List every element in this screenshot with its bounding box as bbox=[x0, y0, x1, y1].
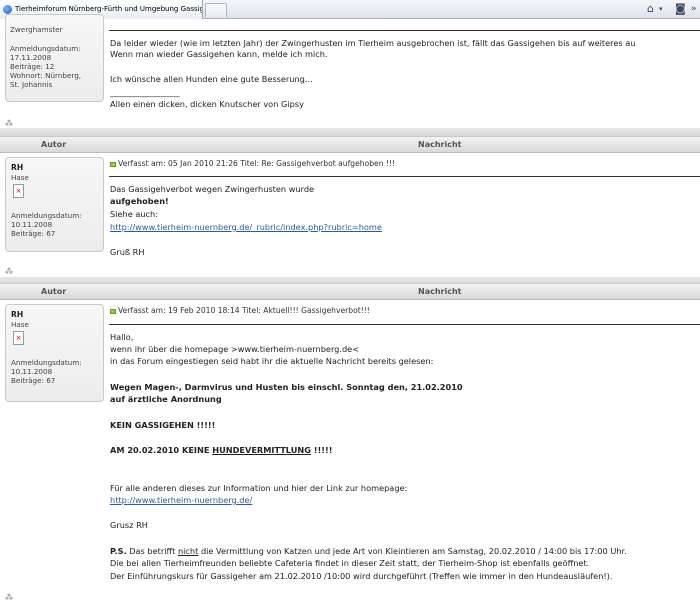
post-text-line: Wenn man wieder Gassigehen kann, melde i… bbox=[110, 49, 328, 59]
resize-grip-icon: ⁂ bbox=[5, 119, 13, 128]
post-text-line: Ich wünsche allen Hunden eine gute Besse… bbox=[110, 74, 313, 84]
text-run: AM 20.02.2010 KEINE bbox=[110, 445, 213, 455]
post-meta-text: Verfasst am: 19 Feb 2010 18:14 Titel: Ak… bbox=[118, 306, 370, 315]
post-divider bbox=[109, 176, 700, 177]
table-header: Autor Nachricht bbox=[0, 136, 700, 153]
join-date-label: Anmeldungsdatum: bbox=[11, 358, 82, 367]
author-rank: Hase bbox=[11, 173, 29, 182]
post-count: Beiträge: 67 bbox=[11, 229, 56, 238]
post-text-line: Siehe auch: bbox=[110, 209, 158, 219]
globe-icon bbox=[3, 5, 12, 14]
author-rank: Zwerghamster bbox=[10, 25, 63, 34]
post-icon[interactable] bbox=[110, 161, 116, 167]
post-meta: Verfasst am: 19 Feb 2010 18:14 Titel: Ak… bbox=[110, 306, 370, 315]
post-text-bold: AM 20.02.2010 KEINE HUNDEVERMITTLUNG !!!… bbox=[110, 444, 332, 456]
post-meta: Verfasst am: 05 Jan 2010 21:26 Titel: Re… bbox=[110, 159, 395, 168]
author-rank: Hase bbox=[11, 320, 29, 329]
location: Wohnort: Nürnberg, bbox=[10, 71, 82, 80]
join-date-label: Anmeldungsdatum: bbox=[10, 44, 81, 53]
location-cont: St. Johannis bbox=[10, 80, 53, 89]
ps-line: Der Einführungskurs für Gassigeher am 21… bbox=[110, 571, 613, 581]
post-greeting: Gruß RH bbox=[110, 247, 145, 257]
post-divider bbox=[109, 324, 700, 325]
post-count: Beiträge: 67 bbox=[11, 376, 56, 385]
post-text-line: Für alle anderen dieses zur Information … bbox=[110, 483, 408, 493]
text-run: Das betrifft bbox=[126, 546, 178, 556]
column-author: Autor bbox=[41, 287, 67, 296]
post-text-bold: Wegen Magen-, Darmvirus und Husten bis e… bbox=[110, 382, 463, 392]
table-header: Autor Nachricht bbox=[0, 283, 700, 300]
text-run: !!!!! bbox=[310, 445, 333, 455]
post-meta-text: Verfasst am: 05 Jan 2010 21:26 Titel: Re… bbox=[118, 159, 396, 168]
post-divider bbox=[109, 30, 700, 31]
underlined-text: HUNDEVERMITTLUNG bbox=[212, 445, 311, 455]
post-text-line: Das Gassigehverbot wegen Zwingerhusten w… bbox=[110, 184, 315, 194]
resize-grip-icon: ⁂ bbox=[5, 267, 13, 276]
resize-grip-icon: ⁂ bbox=[5, 593, 13, 602]
tab-title: Tierheimforum Nürnberg-Fürth und Umgebun… bbox=[15, 5, 203, 13]
new-tab-button[interactable] bbox=[205, 3, 227, 17]
post-text-bold: auf ärztliche Anordnung bbox=[110, 394, 222, 404]
ps-line: P.S. Das betrifft nicht die Vermittlung … bbox=[110, 545, 627, 557]
join-date: 10.11.2008 bbox=[11, 220, 53, 229]
join-date: 17.11.2008 bbox=[10, 53, 52, 62]
post-text-line: in das Forum eingestiegen seid habt ihr … bbox=[110, 356, 434, 366]
author-name[interactable]: RH bbox=[11, 163, 23, 172]
text-run: die Vermittlung von Katzen und jede Art … bbox=[198, 546, 627, 556]
column-message: Nachricht bbox=[418, 140, 462, 149]
join-date-label: Anmeldungsdatum: bbox=[11, 211, 82, 220]
post-text-bold: KEIN GASSIGEHEN !!!!! bbox=[110, 420, 216, 430]
post-icon[interactable] bbox=[110, 308, 116, 314]
underlined-text: nicht bbox=[177, 546, 199, 556]
signature-text: Allen einen dicken, dicken Knutscher von… bbox=[110, 99, 304, 109]
post-count: Beiträge: 12 bbox=[10, 62, 55, 71]
post-text-line: wenn ihr über die homepage >www.tierheim… bbox=[110, 344, 360, 354]
join-date: 10.11.2008 bbox=[11, 367, 53, 376]
homepage-link[interactable]: http://www.tierheim-nuernberg.de/ bbox=[110, 494, 252, 506]
broken-image-icon: × bbox=[13, 184, 24, 198]
home-icon[interactable]: ⌂ bbox=[647, 2, 654, 16]
feed-icon[interactable]: ◙ bbox=[675, 2, 686, 16]
browser-tab-bar: Tierheimforum Nürnberg-Fürth und Umgebun… bbox=[0, 0, 700, 19]
broken-image-icon: × bbox=[13, 331, 24, 345]
author-name[interactable]: RH bbox=[11, 310, 23, 319]
ps-label: P.S. bbox=[110, 546, 127, 556]
post-text-line: Hallo, bbox=[110, 332, 134, 342]
signature-rule: _________________ bbox=[110, 87, 180, 97]
home-dropdown-icon[interactable]: ▾ bbox=[659, 2, 663, 16]
column-message: Nachricht bbox=[418, 287, 462, 296]
more-tools-icon[interactable]: » bbox=[691, 2, 697, 16]
homepage-link[interactable]: http://www.tierheim-nuernberg.de/_rubric… bbox=[110, 221, 382, 233]
ps-line: Die bei allen Tierheimfreunden beliebte … bbox=[110, 558, 590, 568]
post-text-bold: aufgehoben! bbox=[110, 196, 169, 206]
column-author: Autor bbox=[41, 140, 67, 149]
post-greeting: Grusz RH bbox=[110, 520, 148, 530]
